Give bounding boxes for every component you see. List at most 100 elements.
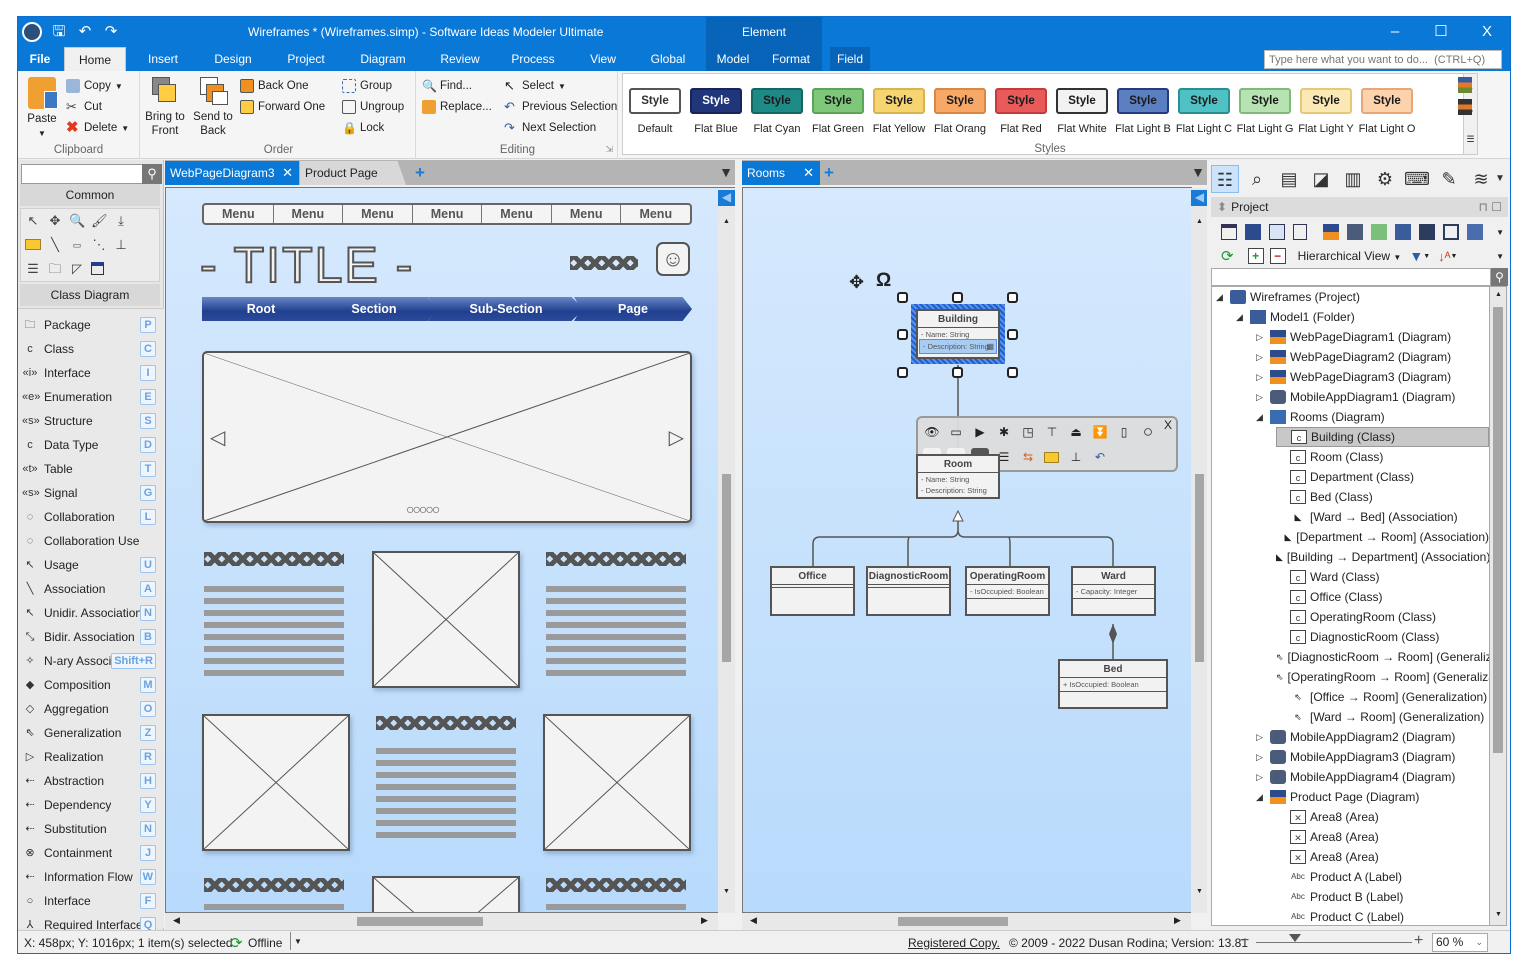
image-placeholder[interactable] — [372, 876, 520, 912]
style-swatch-flat-light-c[interactable]: Style — [1178, 88, 1230, 114]
styles-pencils-icon[interactable]: ▥ — [1339, 165, 1367, 193]
cut-button[interactable]: ✂ Cut — [66, 100, 102, 114]
toolbox-item-substitution[interactable]: ⇠ Substitution N — [22, 817, 160, 841]
add-attribute-icon[interactable]: ▭ — [948, 424, 964, 440]
tab-close-icon[interactable]: ✕ — [803, 161, 814, 185]
webpage-canvas[interactable]: Menu Menu Menu Menu Menu Menu Menu - TIT… — [165, 187, 735, 913]
class-diagram-icon[interactable] — [1395, 224, 1411, 240]
add-tab-icon[interactable]: + — [824, 163, 834, 183]
wireframe-heading-placeholder[interactable] — [204, 878, 344, 892]
tree-node[interactable]: ◢ Wireframes (Project) — [1216, 287, 1489, 307]
tree-node[interactable]: Abc Product B (Label) — [1276, 887, 1489, 907]
scrollbar-thumb[interactable] — [722, 474, 731, 662]
note-tool-icon[interactable] — [25, 239, 41, 250]
select-button[interactable]: ↖ Select ▼ — [504, 79, 566, 93]
expand-arrow-icon[interactable]: ▷ — [1256, 767, 1270, 787]
wireframe-paragraph-placeholder[interactable] — [546, 586, 686, 680]
class-diagnosticroom[interactable]: DiagnosticRoom — [866, 566, 951, 616]
resize-handle[interactable] — [897, 329, 908, 340]
redo-icon[interactable]: ↷ — [102, 23, 120, 41]
carousel-next-icon[interactable]: ▷ — [669, 425, 684, 450]
wireframe-menu-item[interactable]: Menu — [552, 205, 622, 223]
expand-arrow-icon[interactable]: ▷ — [1256, 367, 1270, 387]
command-search-input[interactable] — [1264, 50, 1502, 69]
tab-process[interactable]: Process — [500, 47, 566, 71]
tab-format[interactable]: Format — [760, 47, 822, 71]
project-filter-input[interactable] — [1211, 268, 1491, 286]
tree-node[interactable]: ▷ MobileAppDiagram1 (Diagram) — [1256, 387, 1489, 407]
send-to-back-button[interactable]: Send to Back — [190, 77, 236, 138]
carousel-dots[interactable]: ○○○○○ — [406, 501, 440, 517]
tree-node[interactable]: ▷ WebPageDiagram2 (Diagram) — [1256, 347, 1489, 367]
tree-node[interactable]: ◣ [Building → Department] (Association) — [1276, 547, 1489, 567]
resize-handle[interactable] — [1007, 292, 1018, 303]
class-operatingroom[interactable]: OperatingRoom - IsOccupied: Boolean — [965, 566, 1050, 616]
tab-field[interactable]: Field — [830, 47, 870, 71]
breadcrumb-item[interactable]: Page — [574, 297, 692, 321]
pin-icon[interactable]: ⊓ ☐ — [1479, 197, 1502, 217]
scrollbar-thumb[interactable] — [1195, 474, 1204, 662]
tree-node[interactable]: ◣ [Department → Room] (Association) — [1276, 527, 1489, 547]
style-swatch-flat-cyan[interactable]: Style — [751, 88, 803, 114]
registered-copy-link[interactable]: Registered Copy. — [908, 936, 1000, 950]
toolbox-item-containment[interactable]: ⊗ Containment J — [22, 841, 160, 865]
close-button[interactable]: X — [1464, 17, 1510, 47]
previous-selection-button[interactable]: ↶ Previous Selection — [504, 100, 617, 114]
tab-close-icon[interactable]: ✕ — [282, 161, 293, 185]
layout-diagram-icon[interactable] — [1467, 224, 1483, 240]
class-bed[interactable]: Bed + IsOccupied: Boolean — [1058, 659, 1168, 709]
connection-status[interactable]: Offline — [248, 936, 282, 950]
line-tool-icon[interactable]: ╲ — [47, 237, 63, 253]
panel-grip-icon[interactable]: ⬍ — [1217, 200, 1227, 214]
expand-arrow-icon[interactable]: ▷ — [1256, 327, 1270, 347]
toolbox-item-enumeration[interactable]: «e» Enumeration E — [22, 385, 160, 409]
toolbox-item-composition[interactable]: ◆ Composition M — [22, 673, 160, 697]
replace-button[interactable]: Replace... — [422, 100, 492, 114]
wireframe-paragraph-placeholder[interactable] — [376, 748, 516, 842]
new-model-icon[interactable] — [1245, 224, 1261, 240]
toolbox-item-generalization[interactable]: ⇖ Generalization Z — [22, 721, 160, 745]
toolbox-item-dependency[interactable]: ⇠ Dependency Y — [22, 793, 160, 817]
add-operation-icon[interactable]: ▶ — [972, 424, 988, 440]
toolbox-item-interface[interactable]: ○ Interface F — [22, 889, 160, 913]
style-swatch-flat-yellow[interactable]: Style — [873, 88, 925, 114]
tab-webpagediagram3[interactable]: WebPageDiagram3 ✕ — [165, 161, 299, 185]
style-swatch-flat-red[interactable]: Style — [995, 88, 1047, 114]
toolbox-item-association[interactable]: ╲ Association A — [22, 577, 160, 601]
wireframe-heading-placeholder[interactable] — [546, 878, 686, 892]
find-button[interactable]: 🔍 Find... — [422, 79, 472, 93]
style-swatch-flat-orang[interactable]: Style — [934, 88, 986, 114]
project-search-icon[interactable]: ⚲ — [1491, 268, 1508, 286]
wireframe-paragraph-placeholder[interactable] — [546, 904, 686, 912]
stamp-tool-icon[interactable]: ⊥ — [113, 237, 129, 253]
tree-node[interactable]: c Department (Class) — [1276, 467, 1489, 487]
maximize-button[interactable]: ☐ — [1418, 17, 1464, 47]
class-diagram-section-header[interactable]: Class Diagram — [20, 284, 160, 306]
scrollbar-thumb[interactable] — [357, 917, 483, 926]
tree-node[interactable]: ▷ MobileAppDiagram3 (Diagram) — [1256, 747, 1489, 767]
bring-to-front-button[interactable]: Bring to Front — [142, 77, 188, 138]
wireframe-paragraph-placeholder[interactable] — [204, 586, 344, 680]
toolbox-item-aggregation[interactable]: ◇ Aggregation O — [22, 697, 160, 721]
format-painter-icon[interactable]: 🖌 — [91, 213, 108, 229]
tree-node[interactable]: ⇖ [Office → Room] (Generalization) — [1276, 687, 1489, 707]
style-swatch-flat-light-b[interactable]: Style — [1117, 88, 1169, 114]
keyboard-icon[interactable]: ⌨ — [1403, 165, 1431, 193]
stamp-icon[interactable]: ⊥ — [1068, 449, 1084, 465]
toolbox-item-collaboration-use[interactable]: ◌ Collaboration Use — [22, 529, 160, 553]
tree-node[interactable]: c Bed (Class) — [1276, 487, 1489, 507]
project-tree-scrollbar[interactable]: ▲ ▼ — [1490, 286, 1507, 926]
add-special-member-icon[interactable]: ✱ — [996, 424, 1012, 440]
zoom-tool-icon[interactable]: 🔍 — [69, 213, 85, 229]
tree-node[interactable]: ◢ Rooms (Diagram) — [1256, 407, 1489, 427]
lock-button[interactable]: 🔒 Lock — [342, 121, 384, 135]
tree-node[interactable]: ⇖[OperatingRoom → Room] (Generalization) — [1276, 667, 1489, 687]
left-canvas-vertical-scrollbar[interactable]: ◀ ▲ ▼ — [718, 188, 735, 913]
tab-insert[interactable]: Insert — [134, 47, 192, 71]
note-icon[interactable] — [1044, 452, 1059, 463]
webpage-diagram-icon[interactable] — [1323, 224, 1339, 240]
wireframe-paragraph-placeholder[interactable] — [204, 904, 344, 912]
paste-button[interactable]: Paste ▼ — [24, 77, 60, 141]
scroll-right-icon[interactable]: ▶ — [701, 915, 708, 926]
scroll-up-icon[interactable]: ▲ — [1495, 291, 1502, 298]
